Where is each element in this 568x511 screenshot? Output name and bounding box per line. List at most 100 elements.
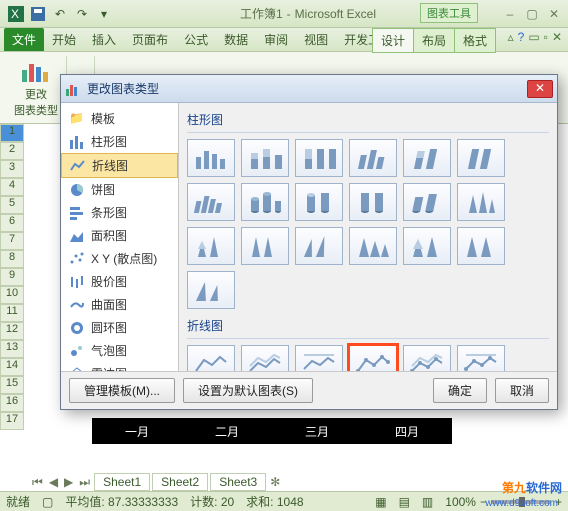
nav-bar[interactable]: 条形图 (61, 201, 178, 224)
wb-minimize-icon[interactable]: ▭ (528, 30, 539, 44)
column-subtype[interactable] (187, 271, 235, 309)
column-subtype[interactable] (403, 227, 451, 265)
row-header[interactable]: 9 (0, 268, 24, 286)
column-subtype[interactable] (349, 183, 397, 221)
column-subtype[interactable] (349, 227, 397, 265)
column-subtype[interactable] (187, 183, 235, 221)
column-subtype[interactable] (295, 227, 343, 265)
column-subtype[interactable] (457, 139, 505, 177)
row-header[interactable]: 16 (0, 394, 24, 412)
close-icon[interactable]: ✕ (546, 7, 562, 21)
view-pagelayout-icon[interactable]: ▤ (399, 495, 410, 509)
line-subtype[interactable] (241, 345, 289, 371)
column-subtype[interactable] (295, 183, 343, 221)
nav-bubble[interactable]: 气泡图 (61, 339, 178, 362)
minimize-icon[interactable]: – (502, 7, 518, 21)
dialog-close-button[interactable]: ✕ (527, 80, 553, 98)
undo-icon[interactable]: ↶ (50, 4, 70, 24)
tab-layout[interactable]: 布局 (413, 28, 455, 53)
wb-close-icon[interactable]: ✕ (552, 30, 562, 44)
change-chart-type-icon[interactable] (20, 60, 52, 84)
row-header[interactable]: 15 (0, 376, 24, 394)
maximize-icon[interactable]: ▢ (524, 7, 540, 21)
sheet-nav-next-icon[interactable]: ▶ (62, 475, 75, 489)
nav-templates[interactable]: 📁模板 (61, 107, 178, 130)
column-subtype[interactable] (241, 227, 289, 265)
row-header[interactable]: 4 (0, 178, 24, 196)
wb-restore-icon[interactable]: ▫ (544, 30, 548, 44)
tab-data[interactable]: 数据 (216, 28, 256, 51)
macro-record-icon[interactable]: ▢ (42, 495, 53, 509)
column-subtype[interactable] (403, 139, 451, 177)
tab-pagelayout[interactable]: 页面布 (124, 28, 176, 51)
sheet-nav-last-icon[interactable]: ⏭ (77, 475, 92, 490)
nav-area[interactable]: 面积图 (61, 224, 178, 247)
set-default-button[interactable]: 设置为默认图表(S) (183, 378, 313, 403)
row-header[interactable]: 13 (0, 340, 24, 358)
row-header[interactable]: 1 (0, 124, 24, 142)
sheet-nav-first-icon[interactable]: ⏮ (30, 475, 45, 490)
column-subtype[interactable] (241, 139, 289, 177)
row-header[interactable]: 14 (0, 358, 24, 376)
tab-formulas[interactable]: 公式 (176, 28, 216, 51)
nav-line[interactable]: 折线图 (61, 153, 178, 178)
qat-dropdown-icon[interactable]: ▾ (94, 4, 114, 24)
tab-design[interactable]: 设计 (372, 28, 414, 53)
view-normal-icon[interactable]: ▦ (375, 495, 386, 509)
excel-titlebar: X ↶ ↷ ▾ 工作簿1 - Microsoft Excel 图表工具 – ▢ … (0, 0, 568, 28)
nav-pie[interactable]: 饼图 (61, 178, 178, 201)
row-header[interactable]: 6 (0, 214, 24, 232)
tab-insert[interactable]: 插入 (84, 28, 124, 51)
manage-templates-button[interactable]: 管理模板(M)... (69, 378, 175, 403)
redo-icon[interactable]: ↷ (72, 4, 92, 24)
row-header[interactable]: 11 (0, 304, 24, 322)
row-header[interactable]: 12 (0, 322, 24, 340)
row-header[interactable]: 10 (0, 286, 24, 304)
tab-view[interactable]: 视图 (296, 28, 336, 51)
sheet-tab[interactable]: Sheet2 (152, 473, 208, 491)
new-sheet-icon[interactable]: ✻ (268, 475, 282, 489)
row-header[interactable]: 5 (0, 196, 24, 214)
row-headers: 1 2 3 4 5 6 7 8 9 10 11 12 13 14 15 16 1… (0, 124, 24, 430)
column-subtype[interactable] (403, 183, 451, 221)
nav-doughnut[interactable]: 圆环图 (61, 316, 178, 339)
nav-stock[interactable]: 股价图 (61, 270, 178, 293)
tab-home[interactable]: 开始 (44, 28, 84, 51)
tab-review[interactable]: 审阅 (256, 28, 296, 51)
column-subtype[interactable] (295, 139, 343, 177)
ok-button[interactable]: 确定 (433, 378, 487, 403)
line-subtype[interactable] (403, 345, 451, 371)
row-header[interactable]: 7 (0, 232, 24, 250)
help-icon[interactable]: ? (518, 30, 525, 44)
row-header[interactable]: 3 (0, 160, 24, 178)
column-subtype[interactable] (457, 227, 505, 265)
nav-radar[interactable]: 雷达图 (61, 362, 178, 371)
sheet-nav-prev-icon[interactable]: ◀ (47, 475, 60, 489)
view-pagebreak-icon[interactable]: ▥ (422, 495, 433, 509)
column-subtype[interactable] (349, 139, 397, 177)
row-header[interactable]: 2 (0, 142, 24, 160)
nav-surface[interactable]: 曲面图 (61, 293, 178, 316)
nav-scatter[interactable]: X Y (散点图) (61, 247, 178, 270)
ribbon-min-icon[interactable]: ▵ (508, 30, 514, 44)
line-subtype[interactable] (187, 345, 235, 371)
line-subtype[interactable] (457, 345, 505, 371)
column-subtype[interactable] (187, 227, 235, 265)
row-header[interactable]: 8 (0, 250, 24, 268)
tab-format[interactable]: 格式 (454, 28, 496, 53)
line-subtype[interactable] (295, 345, 343, 371)
sheet-tab[interactable]: Sheet1 (94, 473, 150, 491)
cancel-button[interactable]: 取消 (495, 378, 549, 403)
save-icon[interactable] (28, 4, 48, 24)
app-name: Microsoft Excel (295, 7, 376, 21)
chart-gallery[interactable]: 柱形图 (179, 103, 557, 371)
dialog-title: 更改图表类型 (87, 80, 525, 97)
column-subtype[interactable] (187, 139, 235, 177)
column-subtype[interactable] (457, 183, 505, 221)
line-subtype-selected[interactable] (349, 345, 397, 371)
tab-file[interactable]: 文件 (4, 28, 44, 51)
column-subtype[interactable] (241, 183, 289, 221)
row-header[interactable]: 17 (0, 412, 24, 430)
nav-column[interactable]: 柱形图 (61, 130, 178, 153)
sheet-tab[interactable]: Sheet3 (210, 473, 266, 491)
